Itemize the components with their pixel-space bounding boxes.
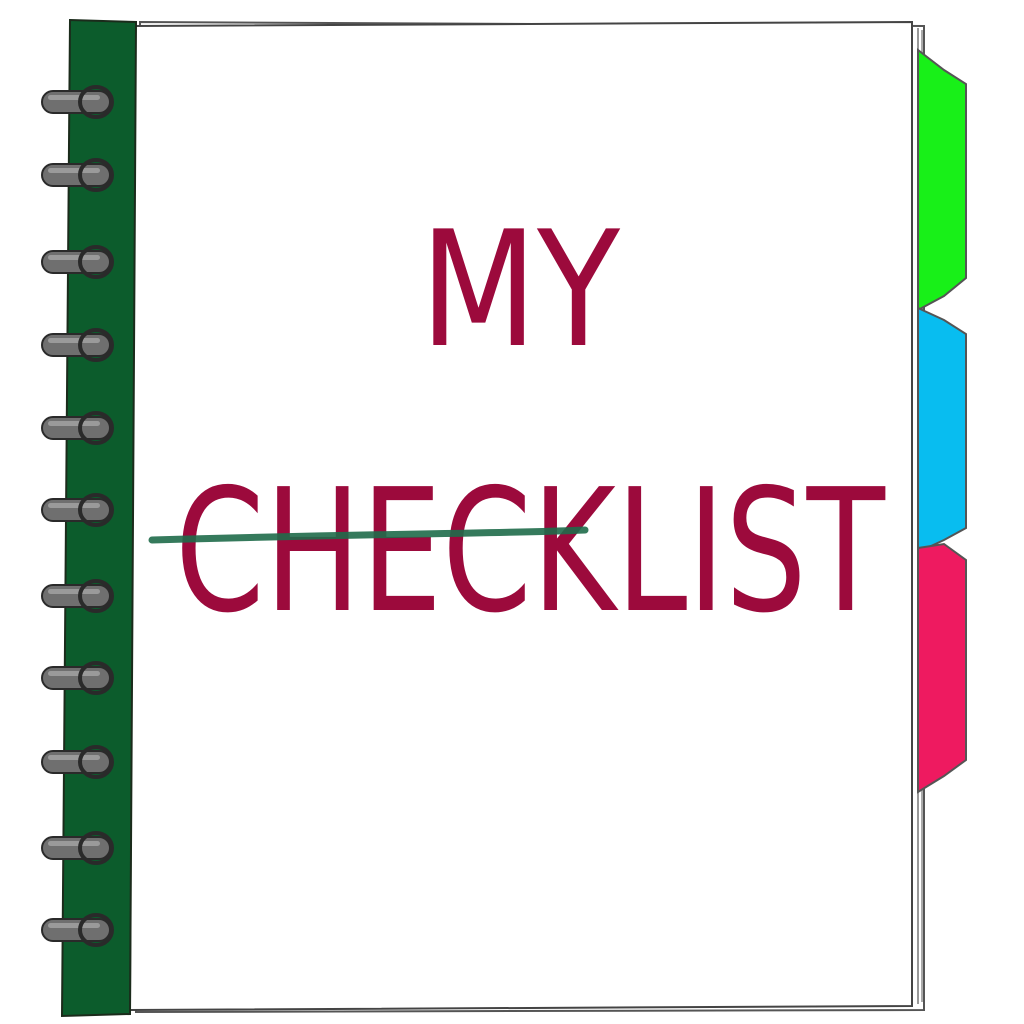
spiral-ring-icon (41, 745, 114, 779)
title-line-1: MY (420, 196, 621, 383)
title-line-2: CHECKLIST (175, 453, 886, 651)
tab-green[interactable] (917, 47, 967, 312)
spiral-ring-icon (41, 411, 114, 445)
tab-pink[interactable] (917, 542, 967, 794)
spiral-ring-icon (41, 85, 114, 119)
notebook-cover-illustration: MY CHECKLIST (0, 0, 1024, 1024)
spiral-ring-icon (41, 245, 114, 279)
spiral-ring-icon (41, 913, 114, 947)
spiral-ring-icon (41, 661, 114, 695)
spiral-ring-icon (41, 328, 114, 362)
tab-blue[interactable] (917, 306, 967, 554)
spiral-ring-icon (41, 831, 114, 865)
notebook-svg: MY CHECKLIST (41, 18, 967, 1018)
spiral-ring-icon (41, 158, 114, 192)
spiral-ring-icon (41, 493, 114, 527)
divider-tabs (917, 47, 967, 794)
spiral-ring-icon (41, 579, 114, 613)
